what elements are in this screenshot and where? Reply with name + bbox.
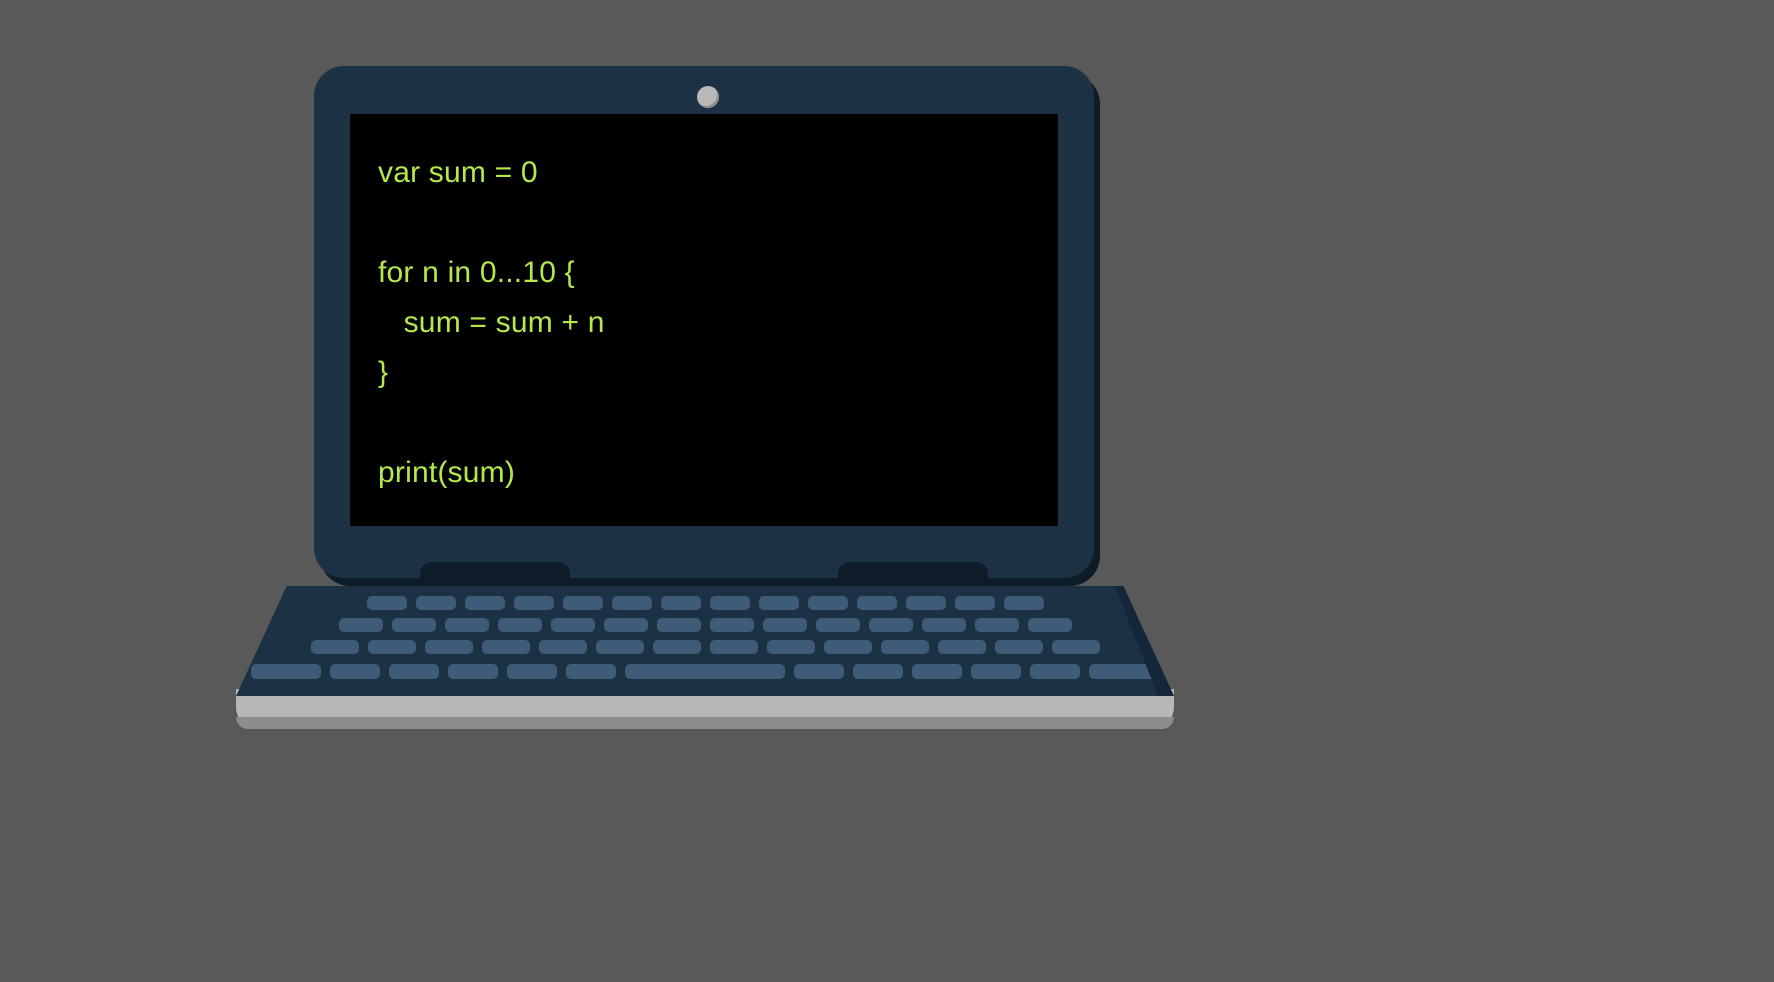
key [767,640,815,654]
key [368,640,416,654]
key [596,640,644,654]
key [824,640,872,654]
key [975,618,1019,632]
key [816,618,860,632]
key-row-4 [236,664,1174,679]
spacebar-key [625,664,785,679]
key [912,664,962,679]
key [566,664,616,679]
key [955,596,995,610]
code-line-7: print(sum) [378,456,515,489]
key [1004,596,1044,610]
key [661,596,701,610]
key [514,596,554,610]
key [808,596,848,610]
key [995,640,1043,654]
key [311,640,359,654]
key [612,596,652,610]
key [971,664,1021,679]
key [906,596,946,610]
key [416,596,456,610]
key [539,640,587,654]
key [251,664,321,679]
key [367,596,407,610]
key [392,618,436,632]
key [389,664,439,679]
code-snippet: var sum = 0 for n in 0...10 { sum = sum … [378,148,1038,498]
webcam-icon [697,86,719,108]
key [710,640,758,654]
key [498,618,542,632]
key [465,596,505,610]
key [759,596,799,610]
key [710,596,750,610]
key [1052,640,1100,654]
key [445,618,489,632]
key [794,664,844,679]
code-line-4: sum = sum + n [378,306,605,339]
key [938,640,986,654]
key [853,664,903,679]
keyboard-deck [236,586,1174,696]
code-line-5: } [378,356,388,389]
key-row-3 [236,640,1174,654]
key [657,618,701,632]
key [1030,664,1080,679]
key-row-1 [236,596,1174,610]
key [330,664,380,679]
key [763,618,807,632]
key [653,640,701,654]
key [507,664,557,679]
key [551,618,595,632]
key [881,640,929,654]
key [857,596,897,610]
key [339,618,383,632]
key [448,664,498,679]
key [869,618,913,632]
key [1028,618,1072,632]
laptop-screen: var sum = 0 for n in 0...10 { sum = sum … [350,114,1058,526]
key [604,618,648,632]
key [425,640,473,654]
key [922,618,966,632]
code-line-1: var sum = 0 [378,156,538,189]
key-row-2 [236,618,1174,632]
key [710,618,754,632]
key [563,596,603,610]
code-line-3: for n in 0...10 { [378,256,575,289]
laptop-illustration: var sum = 0 for n in 0...10 { sum = sum … [0,0,1774,982]
key [482,640,530,654]
